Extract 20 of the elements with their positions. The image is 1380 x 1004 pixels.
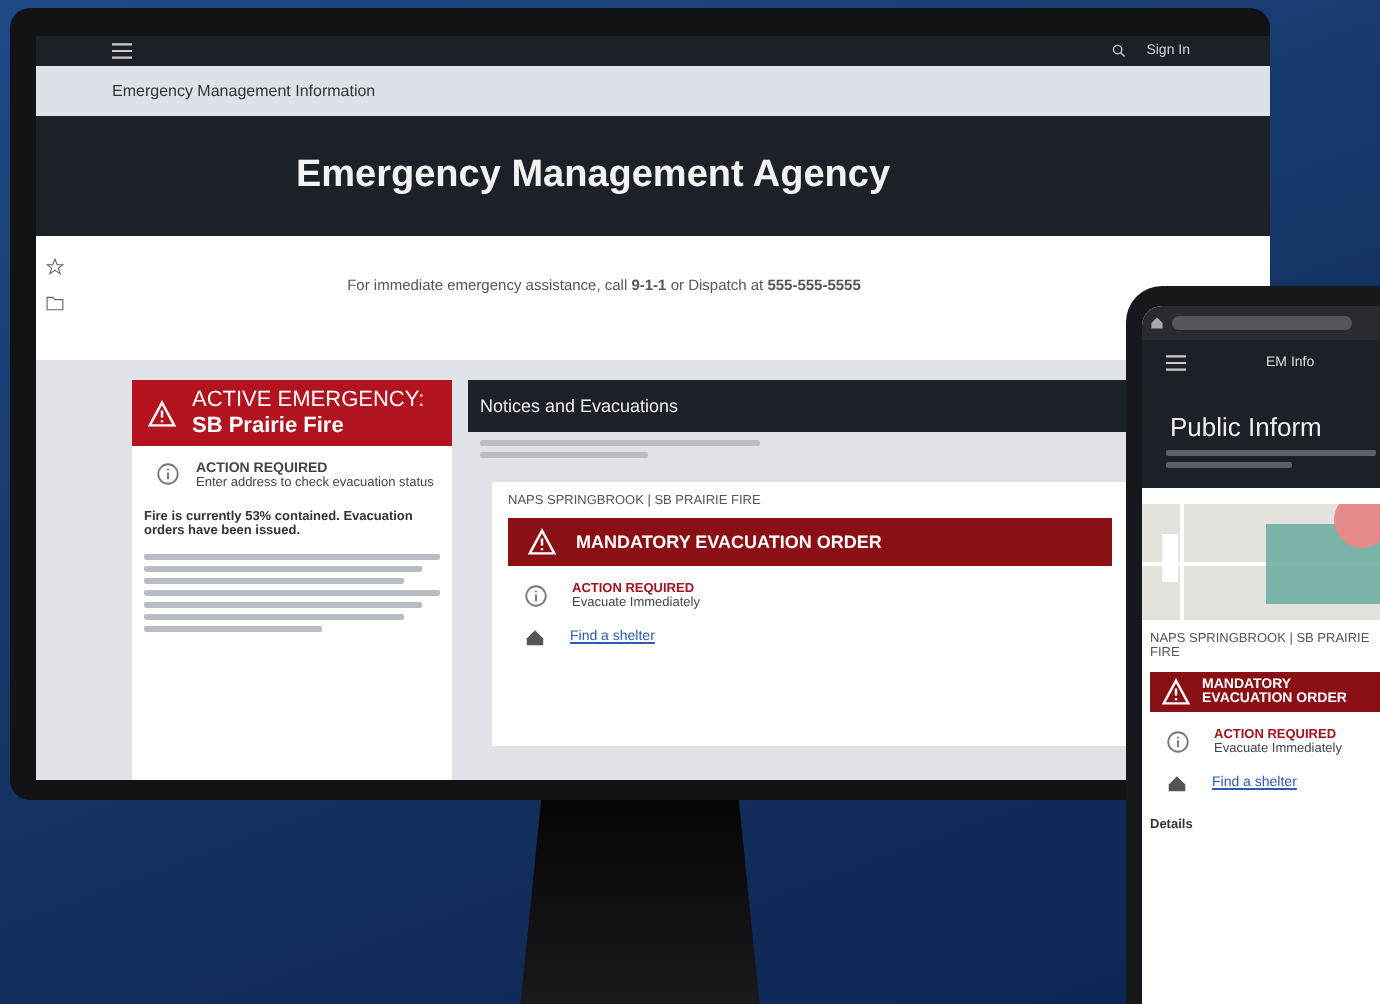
menu-icon[interactable] xyxy=(1166,353,1186,371)
home-icon xyxy=(1150,316,1164,330)
star-icon[interactable] xyxy=(46,257,64,276)
shelter-icon xyxy=(524,626,546,648)
order-title: MANDATORY EVACUATION ORDER xyxy=(576,532,882,552)
info-icon xyxy=(156,462,180,487)
alert-title: ACTIVE EMERGENCY: SB Prairie Fire xyxy=(192,388,427,439)
info-icon xyxy=(1166,730,1190,754)
panel-title: Notices and Evacuations xyxy=(468,380,1128,432)
info-icon xyxy=(524,584,548,608)
folder-icon[interactable] xyxy=(46,293,64,312)
hero-title: Emergency Management Agency xyxy=(295,153,891,198)
menu-icon[interactable] xyxy=(112,42,132,61)
warning-icon xyxy=(148,399,176,428)
search-icon[interactable] xyxy=(1112,44,1127,59)
shelter-icon xyxy=(1166,772,1188,794)
warning-icon xyxy=(1162,678,1190,706)
page-title: Public Inform xyxy=(1168,412,1322,442)
warning-icon xyxy=(528,528,556,556)
site-title: Emergency Management Information xyxy=(112,82,376,101)
